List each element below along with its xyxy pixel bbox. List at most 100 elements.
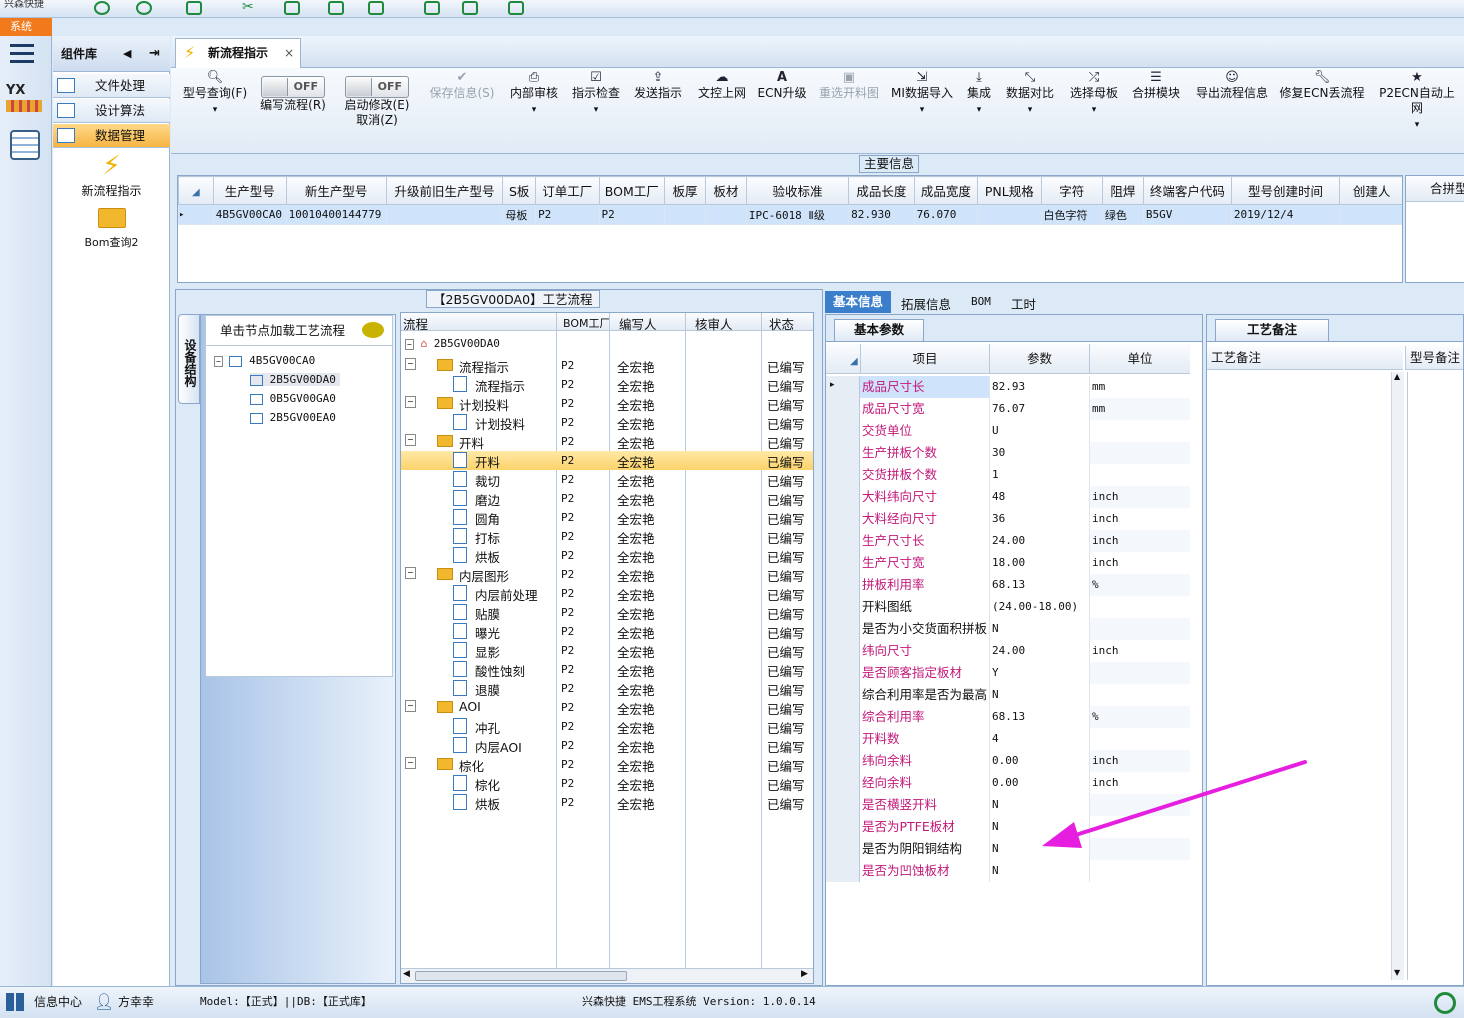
model-notes-input[interactable] [1407,372,1461,980]
param-value[interactable]: 68.13 [990,706,1090,728]
calculator-icon[interactable] [10,130,40,160]
param-value[interactable]: 4 [990,728,1090,750]
system-tab[interactable]: 系统 [0,18,52,36]
tab-work-hours[interactable]: 工时 [1011,294,1036,313]
column-header[interactable]: PNL规格 [977,176,1042,205]
column-header[interactable]: 型号创建时间 [1230,176,1341,205]
column-header[interactable]: 字符 [1040,176,1103,205]
comment-icon[interactable] [362,322,384,338]
grid-cell[interactable]: 白色字符 [1040,204,1103,225]
start-edit-toggle[interactable]: OFF 启动修改(E) 取消(Z) [341,76,413,128]
collapse-icon[interactable]: − [405,396,416,408]
process-row[interactable]: 烘板 P2 全宏艳 已编写 [401,546,813,565]
grid-cell[interactable] [704,204,747,225]
p2ecn-auto-online-button[interactable]: ★ P2ECN自动上网 ▾ [1375,70,1459,133]
instruction-check-button[interactable]: ☑ 指示检查 ▾ [569,70,623,118]
param-row[interactable]: 开料图纸 (24.00-18.00) [826,596,1190,618]
grid-cell[interactable]: 10010400144779 [285,204,387,225]
column-header[interactable]: 新生产型号 [285,176,387,205]
sidebar-item-design-algorithm[interactable]: 设计算法 [53,99,170,123]
column-header[interactable]: 成品宽度 [913,176,979,205]
model-query-button[interactable]: 🔍︎ 型号查询(F) ▾ [179,70,251,118]
param-row[interactable]: 综合利用率是否为最高 N [826,684,1190,706]
column-header[interactable]: 验收标准 [745,176,850,205]
param-row[interactable]: 交货拼板个数 1 [826,464,1190,486]
ecn-upgrade-button[interactable]: A ECN升级 [755,70,809,101]
process-row[interactable]: 退膜 P2 全宏艳 已编写 [401,679,813,698]
param-value[interactable]: N [990,618,1090,640]
scroll-right-icon[interactable]: ▶ [801,969,808,979]
process-row[interactable]: − AOI P2 全宏艳 已编写 [401,698,813,717]
col-writer[interactable]: 编写人 [619,314,657,333]
process-row[interactable]: 烘板 P2 全宏艳 已编写 [401,793,813,812]
grid-cell[interactable]: 76.070 [913,204,979,225]
save-info-button[interactable]: ✔ 保存信息(S) [425,70,499,101]
param-row[interactable]: 纬向尺寸 24.00 inch [826,640,1190,662]
doc-control-online-button[interactable]: ☁ 文控上网 [695,70,749,101]
save-icon[interactable] [284,1,300,15]
process-row[interactable]: − 流程指示 P2 全宏艳 已编写 [401,356,813,375]
column-header[interactable]: 升级前旧生产型号 [385,176,504,205]
repair-ecn-button[interactable]: 🔧︎ 修复ECN丢流程 [1279,70,1365,101]
param-row[interactable]: 开料数 4 [826,728,1190,750]
process-notes-input[interactable] [1209,372,1391,980]
grid-cell[interactable] [663,204,706,225]
grid-icon[interactable] [368,1,384,15]
param-value[interactable]: U [990,420,1090,442]
column-header[interactable]: 生产型号 [212,176,287,205]
tool-new-process-instruction[interactable]: ⚡ 新流程指示 [53,150,170,202]
param-value[interactable]: 24.00 [990,530,1090,552]
grid-cell[interactable]: 82.930 [848,204,915,225]
process-row[interactable]: − 计划投料 P2 全宏艳 已编写 [401,394,813,413]
scroll-left-icon[interactable]: ◀ [403,969,410,979]
param-value[interactable]: 24.00 [990,640,1090,662]
process-row[interactable]: 裁切 P2 全宏艳 已编写 [401,470,813,489]
param-row[interactable]: ▸ 成品尺寸长 82.93 mm [826,376,1190,398]
param-row[interactable]: 成品尺寸宽 76.07 mm [826,398,1190,420]
process-row[interactable]: − 内层图形 P2 全宏艳 已编写 [401,565,813,584]
param-row[interactable]: 生产尺寸长 24.00 inch [826,530,1190,552]
col-process[interactable]: 流程 [403,314,428,333]
param-row[interactable]: 是否为小交货面积拼板 N [826,618,1190,640]
process-row[interactable]: 圆角 P2 全宏艳 已编写 [401,508,813,527]
column-header[interactable]: 终端客户代码 [1142,176,1232,205]
tree-node-selected[interactable]: 2B5GV00DA0 [250,373,340,386]
param-value[interactable]: 76.07 [990,398,1090,420]
sidebar-item-data-management[interactable]: 数据管理 [53,124,170,148]
param-row[interactable]: 拼板利用率 68.13% [826,574,1190,596]
param-value[interactable]: (24.00-18.00) [990,596,1090,618]
process-root[interactable]: − ⌂ 2B5GV00DA0 [405,337,500,355]
lock-icon[interactable] [424,1,440,15]
col-item[interactable]: 项目 [860,344,990,374]
scroll-down-icon[interactable]: ▼ [1394,968,1400,977]
off-toggle[interactable]: OFF [345,76,409,98]
data-compare-button[interactable]: ⤡ 数据对比 ▾ [1003,70,1057,118]
horizontal-scrollbar[interactable]: ◀ ▶ [401,968,813,983]
write-process-toggle[interactable]: OFF 编写流程(R) [257,76,329,113]
process-row[interactable]: 显影 P2 全宏艳 已编写 [401,641,813,660]
grid-cell[interactable]: P2 [535,204,600,225]
param-row[interactable]: 大料纬向尺寸 48 inch [826,486,1190,508]
internal-review-button[interactable]: ⎙ 内部审核 ▾ [507,70,561,118]
process-row[interactable]: 酸性蚀刻 P2 全宏艳 已编写 [401,660,813,679]
process-row[interactable]: 冲孔 P2 全宏艳 已编写 [401,717,813,736]
param-row[interactable]: 综合利用率 68.13% [826,706,1190,728]
process-row[interactable]: 流程指示 P2 全宏艳 已编写 [401,375,813,394]
column-header[interactable]: 板材 [704,176,747,205]
equipment-structure-tab[interactable]: 设备结构 [178,314,200,404]
process-row[interactable]: − 棕化 P2 全宏艳 已编写 [401,755,813,774]
grid-menu-icon[interactable] [6,993,24,1011]
settings-icon[interactable] [508,1,524,15]
process-row[interactable]: 贴膜 P2 全宏艳 已编写 [401,603,813,622]
pin-icon[interactable]: ⇥ [149,36,160,72]
collapse-icon[interactable]: − [405,757,416,769]
column-header[interactable]: BOM工厂 [598,176,665,205]
yx-factory-icon[interactable]: YX [6,82,42,118]
document-icon[interactable] [462,1,478,15]
send-instruction-button[interactable]: ⇪ 发送指示 [631,70,685,101]
process-row[interactable]: 棕化 P2 全宏艳 已编写 [401,774,813,793]
col-param[interactable]: 参数 [990,344,1090,374]
collapse-icon[interactable]: − [405,339,414,350]
dropdown-icon[interactable]: ▾ [920,105,925,115]
sidebar-item-file-processing[interactable]: 文件处理 [53,74,170,98]
